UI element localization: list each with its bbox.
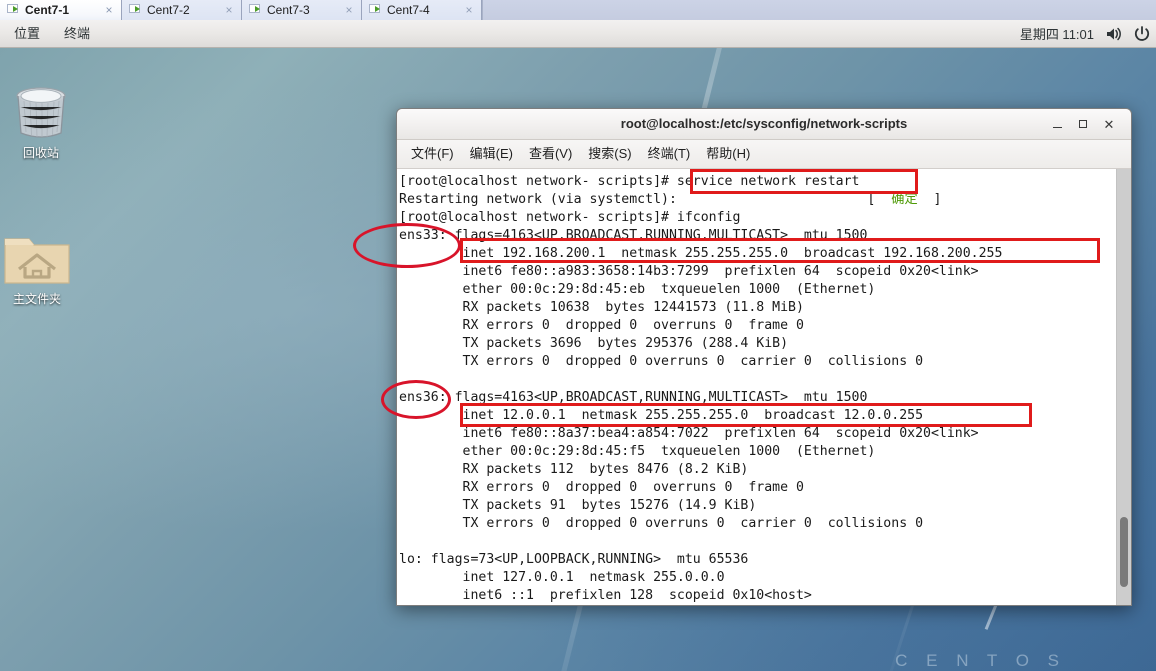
vmware-tab-label: Cent7-4	[387, 3, 430, 17]
terminal-line: ether 00:0c:29:8d:45:f5 txqueuelen 1000 …	[399, 444, 876, 459]
screen: Cent7-1 × Cent7-2 × Cent7-3 × Cent7-4 × …	[0, 0, 1156, 671]
close-icon[interactable]: ✕	[1096, 113, 1122, 135]
vmware-tab-strip: Cent7-1 × Cent7-2 × Cent7-3 × Cent7-4 ×	[0, 0, 1156, 20]
status-ok-text: 确定	[891, 192, 918, 207]
panel-menu-terminal[interactable]: 终端	[54, 23, 100, 45]
window-controls: ✕	[1044, 113, 1131, 135]
terminal-line: RX errors 0 dropped 0 overruns 0 frame 0	[399, 480, 804, 495]
terminal-scrollbar-thumb[interactable]	[1120, 517, 1128, 587]
terminal-body[interactable]: [root@localhost network- scripts]# servi…	[397, 169, 1131, 605]
close-icon[interactable]: ×	[103, 4, 115, 16]
home-folder-icon	[0, 227, 80, 289]
terminal-line: [root@localhost network- scripts]# servi…	[399, 174, 860, 189]
terminal-line: inet 127.0.0.1 netmask 255.0.0.0	[399, 570, 725, 585]
terminal-line: inet6 ::1 prefixlen 128 scopeid 0x10<hos…	[399, 588, 812, 603]
vmware-tab-label: Cent7-3	[267, 3, 310, 17]
terminal-line: TX errors 0 dropped 0 overruns 0 carrier…	[399, 516, 924, 531]
vmware-tab-cent7-3[interactable]: Cent7-3 ×	[242, 0, 362, 20]
terminal-line: RX errors 0 dropped 0 overruns 0 frame 0	[399, 318, 804, 333]
vm-power-icon	[129, 4, 142, 16]
terminal-line: ether 00:0c:29:8d:45:eb txqueuelen 1000 …	[399, 282, 876, 297]
terminal-scrollbar[interactable]	[1116, 169, 1131, 605]
terminal-line: Restarting network (via systemctl): [ 确定…	[399, 192, 942, 207]
close-icon[interactable]: ×	[343, 4, 355, 16]
maximize-icon[interactable]	[1070, 113, 1096, 135]
terminal-line: [root@localhost network- scripts]# ifcon…	[399, 210, 741, 225]
close-icon[interactable]: ×	[463, 4, 475, 16]
vmware-tab-cent7-1[interactable]: Cent7-1 ×	[0, 0, 122, 20]
terminal-line: inet6 fe80::8a37:bea4:a854:7022 prefixle…	[399, 426, 979, 441]
terminal-line: TX packets 91 bytes 15276 (14.9 KiB)	[399, 498, 757, 513]
vm-power-icon	[7, 4, 20, 16]
terminal-line: ens33: flags=4163<UP,BROADCAST,RUNNING,M…	[399, 228, 868, 243]
vmware-tab-strip-empty	[482, 0, 1156, 20]
volume-icon[interactable]	[1103, 23, 1125, 45]
terminal-title: root@localhost:/etc/sysconfig/network-sc…	[620, 116, 908, 131]
vmware-tab-cent7-4[interactable]: Cent7-4 ×	[362, 0, 482, 20]
terminal-line: lo: flags=73<UP,LOOPBACK,RUNNING> mtu 65…	[399, 552, 749, 567]
vmware-tab-label: Cent7-2	[147, 3, 190, 17]
menu-edit[interactable]: 编辑(E)	[462, 142, 521, 166]
vmware-tab-cent7-2[interactable]: Cent7-2 ×	[122, 0, 242, 20]
trash-icon	[0, 81, 84, 143]
vm-power-icon	[369, 4, 382, 16]
terminal-line: inet 12.0.0.1 netmask 255.255.255.0 broa…	[399, 408, 924, 423]
menu-help[interactable]: 帮助(H)	[698, 142, 758, 166]
vmware-tab-label: Cent7-1	[25, 3, 70, 17]
centos-watermark: C E N T O S	[895, 651, 1066, 670]
menu-terminal[interactable]: 终端(T)	[640, 142, 699, 166]
desktop-icon-trash[interactable]: 回收站	[0, 81, 84, 160]
vm-power-icon	[249, 4, 262, 16]
menu-file[interactable]: 文件(F)	[403, 142, 462, 166]
terminal-line: inet6 fe80::a983:3658:14b3:7299 prefixle…	[399, 264, 979, 279]
terminal-line: inet 192.168.200.1 netmask 255.255.255.0…	[399, 246, 1003, 261]
terminal-menubar: 文件(F) 编辑(E) 查看(V) 搜索(S) 终端(T) 帮助(H)	[397, 140, 1131, 169]
terminal-line: RX packets 112 bytes 8476 (8.2 KiB)	[399, 462, 749, 477]
terminal-titlebar[interactable]: root@localhost:/etc/sysconfig/network-sc…	[397, 109, 1131, 140]
desktop-icon-label: 回收站	[22, 146, 59, 160]
menu-view[interactable]: 查看(V)	[521, 142, 580, 166]
terminal-line: TX errors 0 dropped 0 overruns 0 carrier…	[399, 354, 924, 369]
terminal-line: ens36: flags=4163<UP,BROADCAST,RUNNING,M…	[399, 390, 868, 405]
terminal-output: [root@localhost network- scripts]# servi…	[397, 169, 1116, 605]
desktop-icon-home[interactable]: 主文件夹	[0, 227, 80, 306]
minimize-icon[interactable]	[1044, 113, 1070, 135]
terminal-window: root@localhost:/etc/sysconfig/network-sc…	[396, 108, 1132, 606]
desktop-icon-label: 主文件夹	[12, 292, 61, 306]
terminal-line: RX packets 10638 bytes 12441573 (11.8 Mi…	[399, 300, 804, 315]
panel-menu-places[interactable]: 位置	[4, 23, 50, 45]
menu-search[interactable]: 搜索(S)	[580, 142, 639, 166]
gnome-top-panel: 位置 终端 星期四 11:01	[0, 20, 1156, 48]
panel-clock[interactable]: 星期四 11:01	[1014, 24, 1100, 43]
close-icon[interactable]: ×	[223, 4, 235, 16]
terminal-line: TX packets 3696 bytes 295376 (288.4 KiB)	[399, 336, 789, 351]
power-icon[interactable]	[1131, 23, 1153, 45]
